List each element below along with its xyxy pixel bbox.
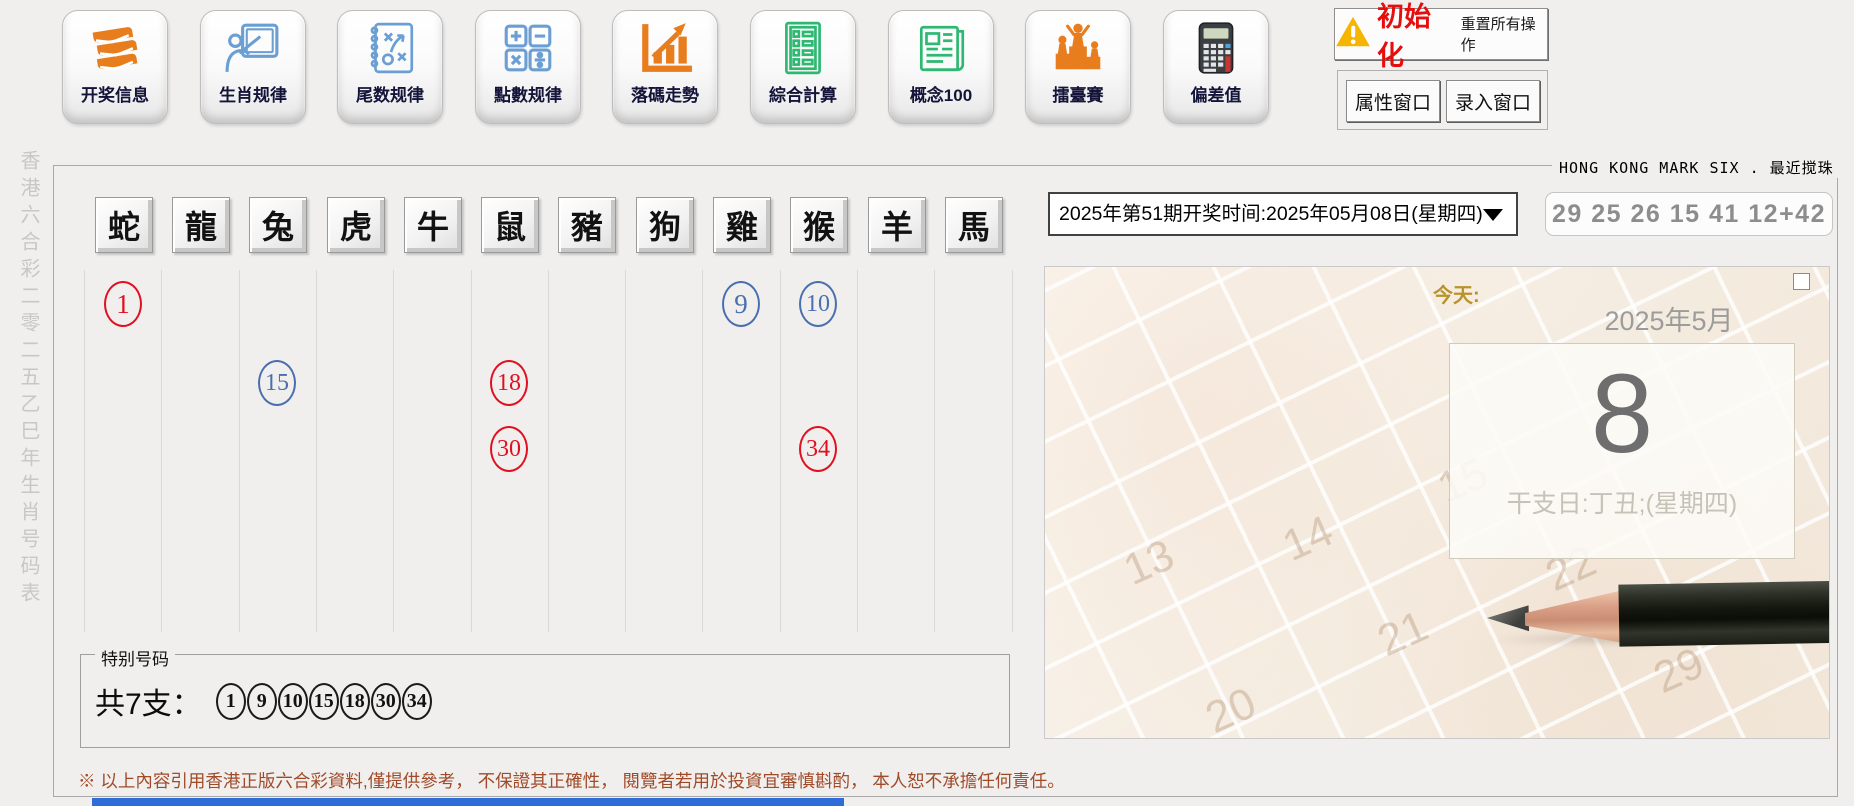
column-separator <box>471 270 472 632</box>
initialize-button[interactable]: 初始化 重置所有操作 <box>1334 2 1548 71</box>
disclaimer-text: ※ 以上內容引用香港正版六合彩資料,僅提供參考， 不保證其正確性， 閱覽者若用於… <box>78 771 1065 791</box>
marked-number-34[interactable]: 34 <box>799 426 837 472</box>
special-number-1: 1 <box>215 682 246 720</box>
zodiac-button-8[interactable]: 狗 <box>636 197 694 253</box>
arithmetic-icon <box>500 20 556 76</box>
background-window-strip <box>92 798 844 806</box>
zodiac-button-4[interactable]: 虎 <box>327 197 385 253</box>
column-separator <box>934 270 935 632</box>
vertical-title: 香港六合彩二零二五乙巳年生肖号码表 <box>17 150 39 609</box>
column-separator <box>239 270 240 632</box>
marked-number-15[interactable]: 15 <box>258 360 296 406</box>
toolbar-button-trend-chart[interactable]: 落碼走勢 <box>612 10 718 124</box>
warning-icon <box>1335 16 1371 53</box>
column-separator <box>316 270 317 632</box>
draw-period-value: 2025年第51期开奖时间:2025年05月08日(星期四) <box>1059 203 1483 225</box>
strategy-icon <box>362 20 418 76</box>
draw-period-select[interactable]: 2025年第51期开奖时间:2025年05月08日(星期四) <box>1048 192 1518 236</box>
app-window: 开奖信息 生肖规律 尾数规律 點數规律 落碼走勢 綜合計算 概念100 擂臺賽 偏差值 初始化 … <box>0 0 1854 806</box>
column-separator <box>393 270 394 632</box>
window-buttons-group: 属性窗口 录入窗口 <box>1337 70 1548 130</box>
initialize-sublabel: 重置所有操作 <box>1460 16 1536 54</box>
special-count-label: 共7支： <box>95 688 202 721</box>
zodiac-button-5[interactable]: 牛 <box>404 197 462 253</box>
toolbar-button-checklist[interactable]: 綜合計算 <box>750 10 856 124</box>
column-separator <box>702 270 703 632</box>
marked-number-9[interactable]: 9 <box>722 281 760 327</box>
toolbar-button-label: 生肖规律 <box>219 86 287 105</box>
special-numbers-row: 共7支： 1 9 10 15 18 30 34 <box>95 679 433 723</box>
calendar-month-label: 2025年5月 <box>1604 306 1734 336</box>
pencil-graphic <box>1478 580 1829 658</box>
zodiac-button-11[interactable]: 羊 <box>868 197 926 253</box>
toolbar-button-books[interactable]: 开奖信息 <box>62 10 168 124</box>
calendar-faint-number: 21 <box>1370 601 1436 666</box>
trend-chart-icon <box>637 20 693 76</box>
special-number-10: 10 <box>277 682 308 720</box>
zodiac-button-2[interactable]: 龍 <box>172 197 230 253</box>
toolbar-button-label: 綜合計算 <box>769 86 837 105</box>
toolbar-button-newspaper[interactable]: 概念100 <box>888 10 994 124</box>
zodiac-button-6[interactable]: 鼠 <box>481 197 539 253</box>
toolbar-button-presenter[interactable]: 生肖规律 <box>200 10 306 124</box>
zodiac-button-1[interactable]: 蛇 <box>95 197 153 253</box>
toolbar-button-label: 概念100 <box>909 86 973 105</box>
toolbar-button-label: 擂臺賽 <box>1052 86 1104 105</box>
toolbar-button-calculator[interactable]: 偏差值 <box>1163 10 1269 124</box>
column-separator <box>857 270 858 632</box>
main-groupbox-legend: HONG KONG MARK SIX . 最近搅珠 <box>1552 157 1841 178</box>
zodiac-button-7[interactable]: 豬 <box>558 197 616 253</box>
column-separator <box>161 270 162 632</box>
toolbar-button-arithmetic[interactable]: 點數规律 <box>475 10 581 124</box>
toolbar-button-label: 偏差值 <box>1190 86 1242 105</box>
calendar-faint-number: 13 <box>1116 530 1182 595</box>
marked-number-1[interactable]: 1 <box>104 281 142 327</box>
toolbar-button-strategy[interactable]: 尾数规律 <box>337 10 443 124</box>
toolbar-button-label: 开奖信息 <box>81 86 149 105</box>
calendar-today-label: 今天: <box>1433 285 1480 307</box>
zodiac-button-10[interactable]: 猴 <box>790 197 848 253</box>
checklist-icon <box>775 20 831 76</box>
calendar-faint-number: 14 <box>1275 506 1341 571</box>
toolbar-button-label: 尾数规律 <box>356 86 424 105</box>
zodiac-button-9[interactable]: 雞 <box>713 197 771 253</box>
calendar-ganzhi-label: 干支日:丁丑;(星期四) <box>1506 490 1738 518</box>
presenter-icon <box>225 20 281 76</box>
marked-number-30[interactable]: 30 <box>490 426 528 472</box>
zodiac-button-3[interactable]: 兔 <box>249 197 307 253</box>
column-separator <box>1012 270 1013 632</box>
newspaper-icon <box>913 20 969 76</box>
initialize-label: 初始化 <box>1377 2 1431 71</box>
toolbar-button-label: 點數规律 <box>494 86 562 105</box>
special-numbers-fieldset: 特别号码 共7支： 1 9 10 15 18 30 34 <box>80 645 1010 748</box>
special-number-18: 18 <box>339 682 370 720</box>
entry-window-button[interactable]: 录入窗口 <box>1446 80 1540 122</box>
column-separator <box>84 270 85 632</box>
toolbar-button-podium[interactable]: 擂臺賽 <box>1025 10 1131 124</box>
calendar-faint-number: 20 <box>1198 678 1264 739</box>
podium-icon <box>1050 20 1106 76</box>
special-number-circles: 1 9 10 15 18 30 34 <box>215 682 433 720</box>
calendar-day-number: 8 <box>1590 351 1654 476</box>
special-numbers-legend: 特别号码 <box>95 645 175 670</box>
marked-number-10[interactable]: 10 <box>799 281 837 327</box>
zodiac-button-12[interactable]: 馬 <box>945 197 1003 253</box>
latest-result-box: 29 25 26 15 41 12+42 <box>1545 192 1833 236</box>
column-separator <box>625 270 626 632</box>
special-number-15: 15 <box>308 682 339 720</box>
special-number-9: 9 <box>246 682 277 720</box>
toolbar-button-label: 落碼走勢 <box>631 86 699 105</box>
property-window-button[interactable]: 属性窗口 <box>1346 80 1440 122</box>
calendar-panel: 13141520212229 今天: 2025年5月 8 干支日:丁丑;(星期四… <box>1044 266 1830 739</box>
calculator-icon <box>1188 20 1244 76</box>
special-number-30: 30 <box>370 682 401 720</box>
column-separator <box>780 270 781 632</box>
calendar-checkbox[interactable] <box>1793 273 1810 290</box>
special-number-34: 34 <box>401 682 432 720</box>
column-separator <box>548 270 549 632</box>
books-icon <box>87 20 143 76</box>
marked-number-18[interactable]: 18 <box>490 360 528 406</box>
calendar-day-card: 8 干支日:丁丑;(星期四) <box>1449 343 1795 559</box>
dropdown-arrow-icon <box>1483 209 1503 221</box>
